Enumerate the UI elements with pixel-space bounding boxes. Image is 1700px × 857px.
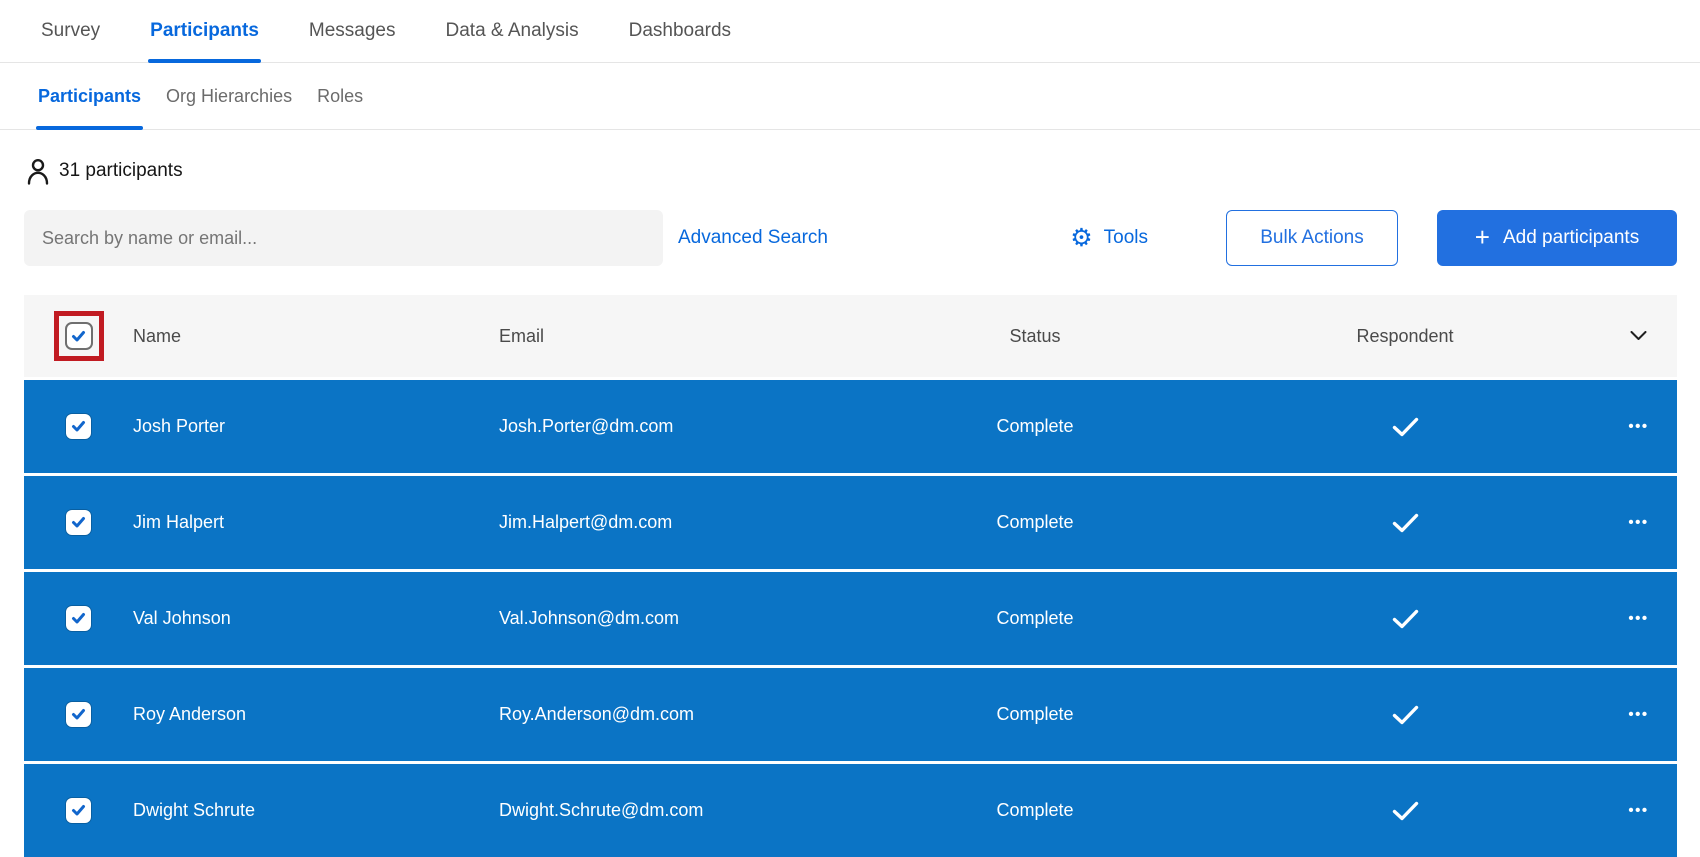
participants-count-label: 31 participants <box>59 160 183 182</box>
row-more-options-button[interactable]: ••• <box>1600 802 1677 819</box>
participant-email: Val.Johnson@dm.com <box>499 608 860 629</box>
participant-email: Roy.Anderson@dm.com <box>499 704 860 725</box>
participant-status: Complete <box>860 800 1210 821</box>
participant-status: Complete <box>860 704 1210 725</box>
checkbox-check-icon <box>71 612 86 625</box>
participants-table: Name Email Status Respondent Josh Porter… <box>24 295 1677 857</box>
checkbox-check-icon <box>71 516 86 529</box>
participant-name: Roy Anderson <box>133 704 499 725</box>
row-checkbox[interactable] <box>66 606 91 631</box>
checkbox-check-icon <box>71 330 86 343</box>
person-icon <box>27 158 49 185</box>
tools-label: Tools <box>1104 227 1148 249</box>
respondent-checkmark-icon <box>1392 513 1419 533</box>
column-header-name[interactable]: Name <box>133 326 499 347</box>
respondent-checkmark-icon <box>1392 705 1419 725</box>
tab-dashboards[interactable]: Dashboards <box>629 0 731 62</box>
tab-data-analysis[interactable]: Data & Analysis <box>446 0 579 62</box>
top-nav: Survey Participants Messages Data & Anal… <box>0 0 1700 63</box>
row-more-options-button[interactable]: ••• <box>1600 514 1677 531</box>
participant-status: Complete <box>860 608 1210 629</box>
gear-icon: ⚙ <box>1070 226 1092 251</box>
plus-icon: + <box>1475 224 1490 250</box>
participant-status: Complete <box>860 512 1210 533</box>
participant-name: Val Johnson <box>133 608 499 629</box>
tab-participants[interactable]: Participants <box>150 0 259 62</box>
respondent-checkmark-icon <box>1392 801 1419 821</box>
table-row[interactable]: Jim Halpert Jim.Halpert@dm.com Complete … <box>24 476 1677 569</box>
search-input[interactable] <box>24 210 663 266</box>
participant-name: Jim Halpert <box>133 512 499 533</box>
tab-messages[interactable]: Messages <box>309 0 396 62</box>
column-header-status[interactable]: Status <box>860 326 1210 347</box>
row-checkbox[interactable] <box>66 510 91 535</box>
participants-count-row: 31 participants <box>27 157 1700 185</box>
participant-email: Dwight.Schrute@dm.com <box>499 800 860 821</box>
row-more-options-button[interactable]: ••• <box>1600 706 1677 723</box>
toolbar: Advanced Search ⚙ Tools Bulk Actions + A… <box>24 210 1677 266</box>
sub-nav: Participants Org Hierarchies Roles <box>0 63 1700 130</box>
chevron-down-icon <box>1630 331 1647 341</box>
table-row[interactable]: Dwight Schrute Dwight.Schrute@dm.com Com… <box>24 764 1677 857</box>
table-row[interactable]: Val Johnson Val.Johnson@dm.com Complete … <box>24 572 1677 665</box>
select-all-cell <box>24 311 133 361</box>
row-checkbox[interactable] <box>66 414 91 439</box>
subtab-roles[interactable]: Roles <box>317 63 363 129</box>
column-options-cell[interactable] <box>1600 331 1677 341</box>
participant-name: Dwight Schrute <box>133 800 499 821</box>
table-row[interactable]: Roy Anderson Roy.Anderson@dm.com Complet… <box>24 668 1677 761</box>
checkbox-check-icon <box>71 804 86 817</box>
select-all-checkbox[interactable] <box>65 322 93 350</box>
table-header-row: Name Email Status Respondent <box>24 295 1677 377</box>
row-more-options-button[interactable]: ••• <box>1600 418 1677 435</box>
row-checkbox[interactable] <box>66 702 91 727</box>
participant-status: Complete <box>860 416 1210 437</box>
subtab-participants[interactable]: Participants <box>38 63 141 129</box>
annotation-highlight-box <box>54 311 104 361</box>
tools-button[interactable]: ⚙ Tools <box>1070 226 1148 251</box>
respondent-checkmark-icon <box>1392 417 1419 437</box>
add-participants-label: Add participants <box>1503 227 1639 249</box>
table-row[interactable]: Josh Porter Josh.Porter@dm.com Complete … <box>24 380 1677 473</box>
column-header-email[interactable]: Email <box>499 326 860 347</box>
checkbox-check-icon <box>71 708 86 721</box>
participant-email: Jim.Halpert@dm.com <box>499 512 860 533</box>
row-more-options-button[interactable]: ••• <box>1600 610 1677 627</box>
participant-name: Josh Porter <box>133 416 499 437</box>
subtab-org-hierarchies[interactable]: Org Hierarchies <box>166 63 292 129</box>
participant-email: Josh.Porter@dm.com <box>499 416 860 437</box>
checkbox-check-icon <box>71 420 86 433</box>
participants-page: Survey Participants Messages Data & Anal… <box>0 0 1700 850</box>
bulk-actions-button[interactable]: Bulk Actions <box>1226 210 1398 266</box>
respondent-checkmark-icon <box>1392 609 1419 629</box>
advanced-search-link[interactable]: Advanced Search <box>678 227 828 249</box>
tab-survey[interactable]: Survey <box>41 0 100 62</box>
add-participants-button[interactable]: + Add participants <box>1437 210 1677 266</box>
row-checkbox[interactable] <box>66 798 91 823</box>
column-header-respondent[interactable]: Respondent <box>1210 326 1600 347</box>
